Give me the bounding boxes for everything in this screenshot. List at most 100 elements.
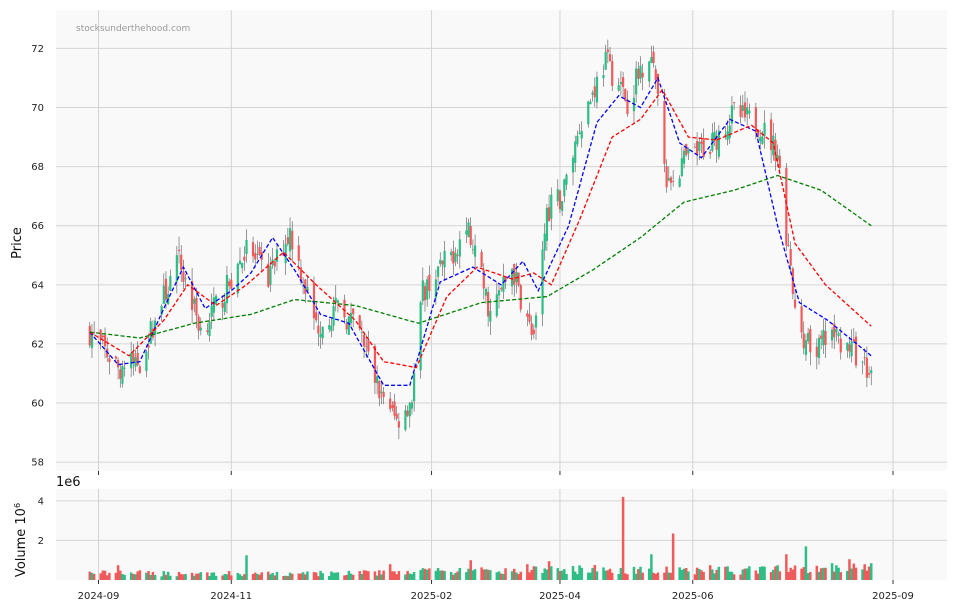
candle-body (391, 405, 394, 408)
volume-bar (486, 569, 490, 580)
candle-body (772, 135, 775, 156)
volume-bar (608, 568, 612, 580)
volume-bar (526, 564, 529, 580)
volume-bar (824, 567, 827, 580)
volume-bar (726, 566, 729, 580)
volume-bar (484, 569, 488, 580)
candle-body (347, 316, 350, 335)
volume-bar (121, 574, 124, 580)
volume-bar (245, 555, 248, 580)
candle-body (728, 125, 731, 139)
volume-bar (682, 568, 686, 580)
candle-body (641, 72, 644, 78)
candle-body (123, 367, 126, 369)
candle-body (846, 342, 849, 351)
candle-body (297, 245, 300, 261)
volume-bar (441, 570, 444, 580)
volume-bar (772, 569, 775, 580)
candle-body (672, 181, 675, 182)
volume-bar (528, 572, 531, 580)
candle-body (739, 105, 742, 117)
candle-body (343, 299, 346, 318)
volume-bar (471, 570, 475, 580)
candle-body (484, 288, 488, 296)
candle-body (380, 391, 383, 394)
volume-bar (452, 574, 455, 580)
volume-bar (656, 572, 660, 580)
candle-body (604, 51, 607, 70)
volume-bar (774, 566, 777, 580)
candle-body (286, 237, 289, 245)
volume-bar (787, 572, 790, 580)
volume-bar (190, 572, 194, 580)
volume-bar (741, 569, 745, 580)
candle-body (471, 249, 474, 251)
volume-bar (869, 563, 873, 580)
volume-bar (861, 569, 864, 580)
volume-bar (854, 567, 858, 580)
price-tick-label: 60 (31, 399, 44, 410)
volume-bar (473, 569, 477, 580)
candle-body (530, 323, 533, 336)
candle-body (108, 358, 111, 363)
volume-bar (769, 572, 773, 580)
volume-bar (332, 572, 335, 580)
candle-body (428, 274, 431, 291)
volume-bar (388, 564, 392, 580)
candle-body (621, 77, 625, 87)
volume-bar (438, 570, 442, 580)
volume-bar (395, 574, 398, 580)
volume-bar (556, 568, 560, 580)
candle-body (528, 314, 531, 322)
candle-body (241, 262, 244, 269)
volume-bar (604, 570, 607, 580)
volume-bar (425, 569, 429, 580)
volume-bar (330, 571, 333, 580)
candle-body (602, 74, 605, 79)
candle-body (741, 105, 744, 112)
volume-bar (641, 572, 644, 580)
candle-body (563, 179, 566, 197)
candle-body (770, 119, 773, 151)
volume-bar (850, 568, 853, 580)
candle-body (748, 110, 751, 114)
volume-bar (778, 571, 782, 580)
candle-body (669, 177, 673, 183)
volume-bar (267, 571, 270, 580)
volume-bar (576, 574, 579, 580)
candle-body (423, 286, 427, 301)
volume-bar (684, 568, 688, 580)
volume-bar (565, 573, 568, 580)
candle-body (619, 82, 623, 85)
candle-body (184, 278, 187, 280)
volume-bar (591, 568, 594, 580)
candle-body (565, 174, 568, 185)
volume-bar (728, 571, 731, 580)
volume-bar (822, 567, 825, 580)
candle-body (861, 361, 864, 363)
volume-bar (758, 566, 762, 580)
volume-bar (800, 568, 803, 580)
price-tick-label: 58 (31, 458, 44, 469)
candle-body (251, 242, 255, 257)
price-panel (56, 10, 947, 471)
volume-bar (541, 572, 544, 580)
volume-bar (632, 566, 636, 580)
candle-body (404, 410, 407, 430)
candle-body (373, 346, 377, 383)
candle-body (291, 230, 294, 250)
candle-body (362, 334, 366, 347)
volume-bar (290, 573, 294, 580)
candle-body (608, 54, 612, 62)
candle-body (254, 253, 257, 260)
volume-bar (258, 574, 261, 580)
volume-bar (116, 565, 120, 580)
candle-body (763, 122, 766, 136)
volume-bar (314, 572, 318, 580)
volume-bar (587, 572, 590, 580)
volume-bar (571, 566, 575, 580)
volume-bar (306, 571, 309, 580)
candle-body (759, 137, 762, 142)
candle-body (236, 263, 239, 294)
volume-bar (375, 575, 379, 580)
